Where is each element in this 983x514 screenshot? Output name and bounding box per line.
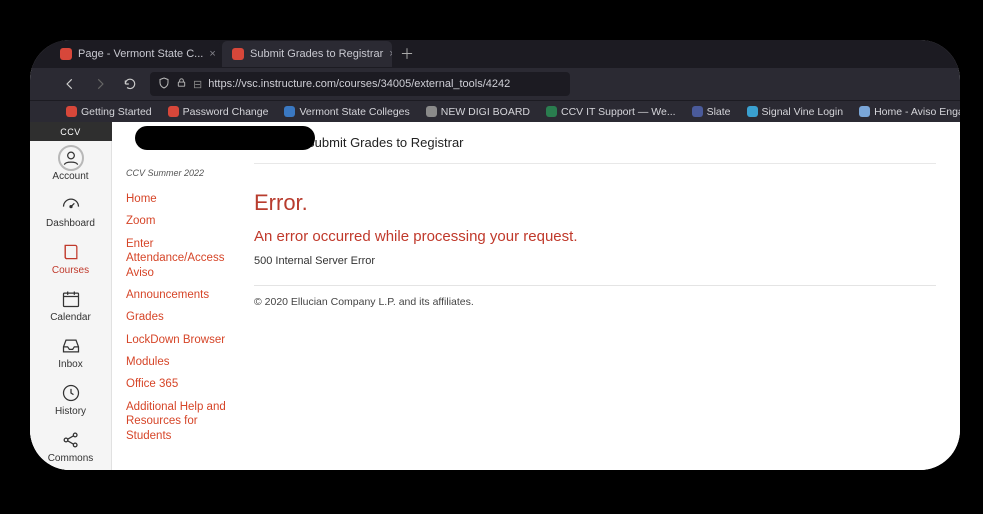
book-icon — [30, 241, 111, 263]
course-nav-link[interactable]: LockDown Browser — [122, 329, 234, 351]
nav-label: Calendar — [30, 312, 111, 323]
tab-strip: Page - Vermont State C... × Submit Grade… — [30, 40, 960, 68]
course-nav-link[interactable]: Announcements — [122, 284, 234, 306]
toolbar: ⊟ https://vsc.instructure.com/courses/34… — [30, 68, 960, 100]
bookmark-item[interactable]: NEW DIGI BOARD — [420, 106, 536, 118]
reload-button[interactable] — [120, 74, 140, 94]
copyright: © 2020 Ellucian Company L.P. and its aff… — [254, 296, 936, 308]
course-nav-link[interactable]: Office 365 — [122, 373, 234, 395]
tab-label: Page - Vermont State C... — [78, 48, 203, 60]
close-icon[interactable]: × — [209, 48, 215, 60]
gauge-icon — [30, 194, 111, 216]
divider — [254, 285, 936, 286]
bookmark-label: Getting Started — [81, 106, 152, 118]
content-area: Submit Grades to Registrar Error. An err… — [242, 122, 960, 470]
url-text: https://vsc.instructure.com/courses/3400… — [208, 78, 510, 90]
bookmark-item[interactable]: Slate — [686, 106, 737, 118]
course-nav-link[interactable]: Modules — [122, 351, 234, 373]
error-detail: 500 Internal Server Error — [254, 255, 936, 267]
bookmark-favicon-icon — [426, 106, 437, 117]
bookmark-label: NEW DIGI BOARD — [441, 106, 530, 118]
course-nav-link[interactable]: Grades — [122, 306, 234, 328]
bookmark-favicon-icon — [692, 106, 703, 117]
address-bar[interactable]: ⊟ https://vsc.instructure.com/courses/34… — [150, 72, 570, 96]
permissions-icon: ⊟ — [193, 78, 202, 91]
error-title: Error. — [254, 190, 936, 216]
inbox-icon — [30, 335, 111, 357]
nav-inbox[interactable]: Inbox — [30, 329, 111, 376]
bookmark-label: Vermont State Colleges — [299, 106, 409, 118]
shield-icon — [158, 77, 170, 92]
favicon-icon — [60, 48, 72, 60]
bookmark-favicon-icon — [168, 106, 179, 117]
bookmark-label: Password Change — [183, 106, 269, 118]
nav-dashboard[interactable]: Dashboard — [30, 188, 111, 235]
bookmarks-bar: Getting Started Password Change Vermont St… — [30, 100, 960, 122]
course-nav-link[interactable]: Zoom — [122, 210, 234, 232]
bookmark-favicon-icon — [546, 106, 557, 117]
user-circle-icon — [58, 145, 84, 171]
bookmark-item[interactable]: Password Change — [162, 106, 275, 118]
bookmark-favicon-icon — [859, 106, 870, 117]
back-button[interactable] — [60, 74, 80, 94]
nav-history[interactable]: History — [30, 376, 111, 423]
browser-tab[interactable]: Submit Grades to Registrar × — [222, 41, 392, 67]
lock-icon — [176, 77, 187, 91]
bookmark-item[interactable]: CCV IT Support — We... — [540, 106, 682, 118]
brand-logo[interactable]: CCV — [30, 122, 112, 141]
bookmark-favicon-icon — [66, 106, 77, 117]
bookmark-label: Slate — [707, 106, 731, 118]
bookmark-label: Signal Vine Login — [762, 106, 844, 118]
tab-label: Submit Grades to Registrar — [250, 48, 383, 60]
global-nav: CCV Account Dashboard Courses — [30, 122, 112, 470]
bookmark-favicon-icon — [747, 106, 758, 117]
breadcrumb-text: Submit Grades to Registrar — [306, 135, 464, 150]
bookmark-label: CCV IT Support — We... — [561, 106, 676, 118]
nav-label: History — [30, 406, 111, 417]
bookmark-label: Home - Aviso Engage — [874, 106, 960, 118]
canvas-app: CCV Account Dashboard Courses — [30, 122, 960, 470]
error-message: An error occurred while processing your … — [254, 228, 936, 245]
nav-commons[interactable]: Commons — [30, 423, 111, 470]
calendar-icon — [30, 288, 111, 310]
new-tab-button[interactable]: ＋ — [394, 44, 420, 64]
nav-label: Courses — [30, 265, 111, 276]
course-nav-link[interactable]: Additional Help and Resources for Studen… — [122, 396, 234, 447]
share-icon — [30, 429, 111, 451]
nav-courses[interactable]: Courses — [30, 235, 111, 282]
course-nav: CCV Summer 2022 HomeZoomEnter Attendance… — [112, 122, 242, 470]
nav-label: Dashboard — [30, 218, 111, 229]
course-nav-link[interactable]: Enter Attendance/Access Aviso — [122, 233, 234, 284]
browser-window: Page - Vermont State C... × Submit Grade… — [30, 40, 960, 470]
nav-label: Inbox — [30, 359, 111, 370]
breadcrumb: Submit Grades to Registrar — [254, 122, 936, 164]
nav-label: Commons — [30, 453, 111, 464]
bookmark-item[interactable]: Signal Vine Login — [741, 106, 850, 118]
course-term: CCV Summer 2022 — [126, 168, 234, 178]
course-nav-link[interactable]: Home — [122, 188, 234, 210]
bookmark-item[interactable]: Getting Started — [60, 106, 158, 118]
nav-calendar[interactable]: Calendar — [30, 282, 111, 329]
bookmark-item[interactable]: Home - Aviso Engage — [853, 106, 960, 118]
redaction-bar — [135, 126, 315, 150]
favicon-icon — [232, 48, 244, 60]
clock-icon — [30, 382, 111, 404]
bookmark-item[interactable]: Vermont State Colleges — [278, 106, 415, 118]
browser-chrome: Page - Vermont State C... × Submit Grade… — [30, 40, 960, 122]
bookmark-favicon-icon — [284, 106, 295, 117]
browser-tab[interactable]: Page - Vermont State C... × — [50, 41, 220, 67]
nav-label: Account — [30, 171, 111, 182]
nav-account[interactable]: Account — [30, 141, 111, 188]
forward-button[interactable] — [90, 74, 110, 94]
close-icon[interactable]: × — [389, 48, 392, 60]
